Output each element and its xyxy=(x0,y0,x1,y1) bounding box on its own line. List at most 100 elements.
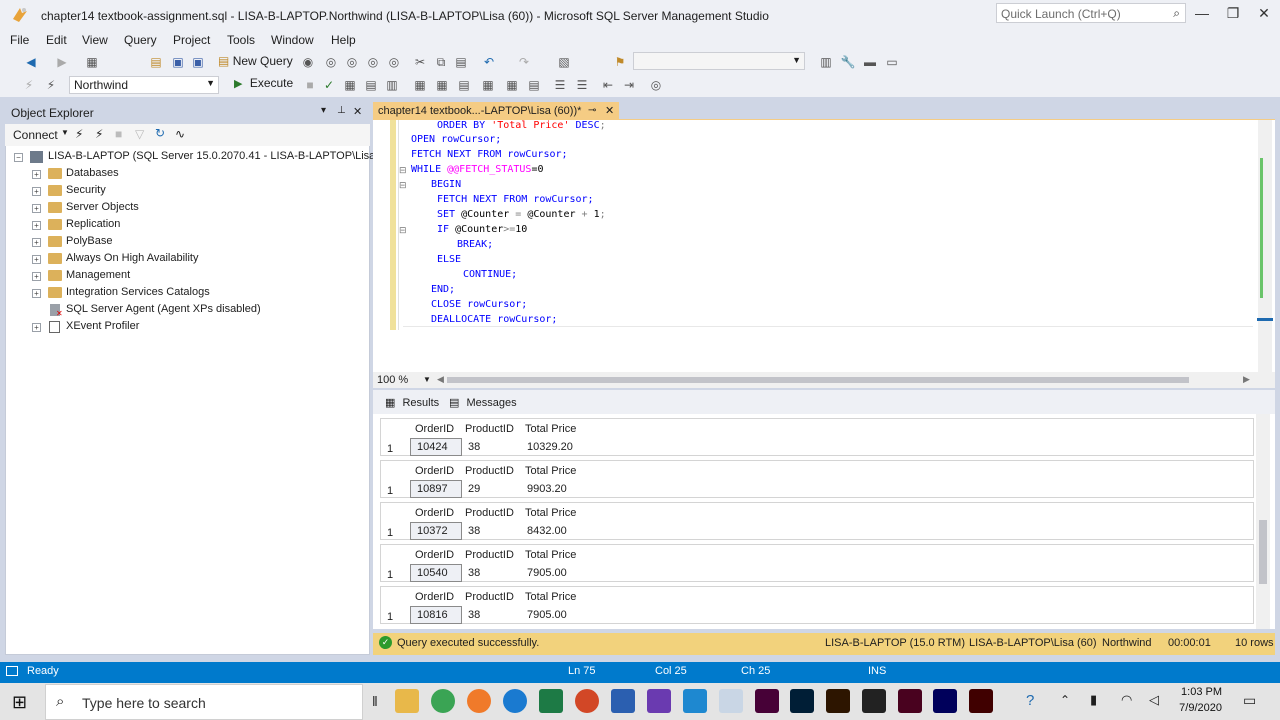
comment-icon[interactable]: ▤ xyxy=(526,77,542,93)
excel-icon[interactable] xyxy=(539,689,563,713)
refresh-icon[interactable]: ↻ xyxy=(155,126,165,140)
vscode-icon[interactable] xyxy=(683,689,707,713)
result-grid-2[interactable]: OrderID ProductID Total Price 1 10897 29… xyxy=(380,460,1254,498)
cell-total-price[interactable]: 8432.00 xyxy=(527,525,567,537)
new-query-button[interactable]: ▤ New Query xyxy=(218,54,293,68)
dreamweaver-icon[interactable] xyxy=(755,689,779,713)
disconnect-icon[interactable]: ⚡ xyxy=(95,127,103,141)
column-header-total-price[interactable]: Total Price xyxy=(525,423,576,435)
open-file-icon[interactable]: ▤ xyxy=(148,54,164,70)
zoom-level[interactable]: 100 % xyxy=(377,374,408,386)
result-grid-4[interactable]: OrderID ProductID Total Price 1 10540 38… xyxy=(380,544,1254,582)
indesign-icon[interactable] xyxy=(898,689,922,713)
notifications-icon[interactable]: ▭ xyxy=(1243,692,1256,709)
column-header-productid[interactable]: ProductID xyxy=(465,591,514,603)
microphone-icon[interactable]: ▮ xyxy=(1090,692,1097,708)
pin-icon[interactable]: ⊥ xyxy=(337,105,346,116)
column-header-productid[interactable]: ProductID xyxy=(465,465,514,477)
client-stats-icon[interactable]: ▤ xyxy=(456,77,472,93)
expand-icon[interactable]: + xyxy=(32,221,41,230)
column-header-productid[interactable]: ProductID xyxy=(465,549,514,561)
menu-edit[interactable]: Edit xyxy=(46,33,67,47)
expand-icon[interactable]: + xyxy=(32,187,41,196)
taskbar-search-box[interactable]: ⌕ Type here to search xyxy=(45,684,363,720)
find-icon[interactable]: ⚑ xyxy=(612,54,628,70)
acrobat-icon[interactable] xyxy=(969,689,993,713)
photoshop-icon[interactable] xyxy=(790,689,814,713)
change-connection-icon[interactable]: ⚡ xyxy=(43,77,59,93)
firefox-icon[interactable] xyxy=(467,689,491,713)
connect-dropdown[interactable]: Connect xyxy=(13,128,58,142)
cell-orderid[interactable]: 10540 xyxy=(417,567,448,579)
pin-icon[interactable]: ⊸ xyxy=(588,105,596,116)
column-header-total-price[interactable]: Total Price xyxy=(525,549,576,561)
result-grid-3[interactable]: OrderID ProductID Total Price 1 10372 38… xyxy=(380,502,1254,540)
dmx-query-icon[interactable]: ◎ xyxy=(323,54,339,70)
collapse-icon[interactable]: ⊟ xyxy=(399,225,407,236)
chevron-up-icon[interactable]: ⌃ xyxy=(1060,693,1070,707)
menu-file[interactable]: File xyxy=(10,33,29,47)
tree-server-node[interactable]: − LISA-B-LAPTOP (SQL Server 15.0.2070.41… xyxy=(14,150,379,167)
cell-total-price[interactable]: 9903.20 xyxy=(527,483,567,495)
tab-results[interactable]: ▦ Results xyxy=(385,396,439,409)
xmla-query-icon[interactable]: ◎ xyxy=(344,54,360,70)
specify-values-icon[interactable]: ◎ xyxy=(648,77,664,93)
cell-total-price[interactable]: 7905.00 xyxy=(527,609,567,621)
connect-plug-icon[interactable]: ⚡ xyxy=(75,127,83,141)
tab-close-icon[interactable]: ✕ xyxy=(605,104,614,117)
expand-icon[interactable]: + xyxy=(32,238,41,247)
quick-launch-input[interactable]: Quick Launch (Ctrl+Q) ⌕ xyxy=(996,3,1186,23)
document-tab[interactable]: chapter14 textbook...-LAPTOP\Lisa (60))*… xyxy=(373,102,619,122)
query-designer-icon[interactable]: ▤ xyxy=(363,77,379,93)
panel-menu-icon[interactable]: ▾ xyxy=(321,105,326,116)
column-header-total-price[interactable]: Total Price xyxy=(525,507,576,519)
activity-monitor-icon[interactable]: ∿ xyxy=(175,127,185,141)
expand-icon[interactable]: + xyxy=(32,289,41,298)
taskbar-time[interactable]: 1:03 PM xyxy=(1160,686,1222,698)
column-header-orderid[interactable]: OrderID xyxy=(415,465,454,477)
wrench-icon[interactable]: 🔧 xyxy=(840,54,856,70)
results-file-icon[interactable]: ▦ xyxy=(504,77,520,93)
cell-total-price[interactable]: 7905.00 xyxy=(527,567,567,579)
include-plan-icon[interactable]: ▦ xyxy=(434,77,450,93)
cell-productid[interactable]: 38 xyxy=(468,567,480,579)
edge-icon[interactable] xyxy=(503,689,527,713)
column-header-orderid[interactable]: OrderID xyxy=(415,591,454,603)
menu-help[interactable]: Help xyxy=(331,33,356,47)
estimated-plan-icon[interactable]: ▦ xyxy=(342,77,358,93)
window-layout-icon[interactable]: ▭ xyxy=(884,54,900,70)
collapse-icon[interactable]: − xyxy=(14,153,23,162)
paste-icon[interactable]: ▤ xyxy=(453,54,469,70)
task-view-icon[interactable]: ‖ xyxy=(372,693,378,709)
results-text-icon[interactable]: ▥ xyxy=(384,77,400,93)
forward-icon[interactable]: ▶ xyxy=(54,54,70,70)
wifi-icon[interactable]: ◠ xyxy=(1121,692,1132,708)
results-scrollbar-thumb[interactable] xyxy=(1259,520,1267,584)
cell-productid[interactable]: 38 xyxy=(468,525,480,537)
back-icon[interactable]: ◀ xyxy=(23,54,39,70)
results-grid-icon[interactable]: ▦ xyxy=(480,77,496,93)
minimize-button[interactable]: — xyxy=(1190,5,1214,23)
parse-icon[interactable]: ✓ xyxy=(321,77,337,93)
solution-config-select[interactable]: ▼ xyxy=(633,52,805,70)
collapse-icon[interactable]: ⊟ xyxy=(399,180,407,191)
close-button[interactable]: ✕ xyxy=(1252,5,1276,23)
expand-icon[interactable]: + xyxy=(32,272,41,281)
scroll-right-icon[interactable]: ▶ xyxy=(1243,374,1250,385)
column-header-total-price[interactable]: Total Price xyxy=(525,591,576,603)
tab-messages[interactable]: ▤ Messages xyxy=(449,396,517,409)
cell-orderid[interactable]: 10816 xyxy=(417,609,448,621)
database-select[interactable]: Northwind ▼ xyxy=(69,76,219,94)
column-header-productid[interactable]: ProductID xyxy=(465,507,514,519)
chevron-down-icon[interactable]: ▼ xyxy=(423,375,431,384)
expand-icon[interactable]: + xyxy=(32,323,41,332)
uncomment-icon[interactable]: ☰ xyxy=(552,77,568,93)
cut-icon[interactable]: ✂ xyxy=(412,54,428,70)
word-icon[interactable] xyxy=(611,689,635,713)
intellisense-icon[interactable]: ▦ xyxy=(412,77,428,93)
chrome-icon[interactable] xyxy=(431,689,455,713)
cell-productid[interactable]: 38 xyxy=(468,609,480,621)
filter-icon[interactable]: ▽ xyxy=(135,127,144,141)
expand-icon[interactable]: + xyxy=(32,204,41,213)
cell-productid[interactable]: 38 xyxy=(468,441,480,453)
